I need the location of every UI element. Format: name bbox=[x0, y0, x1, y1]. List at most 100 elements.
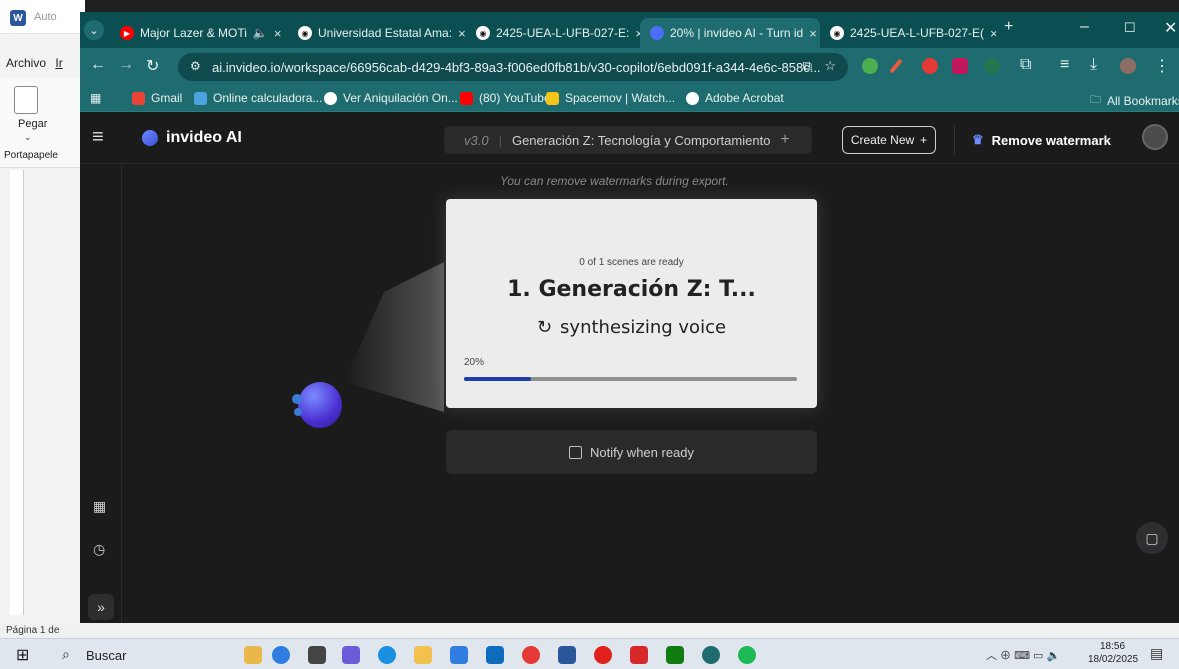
plus-icon: + bbox=[920, 133, 928, 147]
bookmark-aniquilacion[interactable]: Ver Aniquilación On... bbox=[324, 91, 458, 105]
pen-extension-icon[interactable] bbox=[889, 58, 903, 74]
project-title-bar[interactable]: v3.0 | Generación Z: Tecnología y Compor… bbox=[444, 126, 812, 154]
bookmark-gmail[interactable]: Gmail bbox=[132, 91, 182, 105]
globe-icon bbox=[686, 91, 699, 105]
close-icon[interactable]: × bbox=[458, 26, 466, 41]
history-clock-icon[interactable]: ◷ bbox=[93, 541, 105, 558]
notification-icon[interactable]: ▤ bbox=[1150, 645, 1163, 662]
site-info-icon[interactable]: ⚙ bbox=[190, 59, 201, 73]
scene-title: 1. Generación Z: T... bbox=[507, 277, 756, 302]
chrome-profile-icon[interactable] bbox=[702, 646, 720, 664]
address-bar[interactable]: ⚙ ai.invideo.io/workspace/66956cab-d429-… bbox=[178, 53, 848, 81]
reading-list-icon[interactable]: ≡ bbox=[1060, 56, 1069, 74]
light-beam bbox=[344, 262, 444, 412]
minimize-icon[interactable]: – bbox=[1080, 18, 1089, 36]
star-icon[interactable]: ☆ bbox=[824, 58, 836, 74]
person-icon[interactable] bbox=[272, 646, 290, 664]
forward-icon[interactable]: → bbox=[118, 56, 134, 74]
taskbar-search-label[interactable]: Buscar bbox=[86, 648, 126, 663]
scenes-ready-text: 0 of 1 scenes are ready bbox=[579, 257, 684, 268]
all-bookmarks[interactable]: 🗀 All Bookmarks bbox=[1090, 91, 1179, 110]
window-close-icon[interactable]: ✕ bbox=[1164, 18, 1177, 38]
bookmark-label: Online calculadora... bbox=[213, 91, 323, 105]
search-icon[interactable]: ⌕ bbox=[62, 646, 70, 663]
tab-universidad[interactable]: ◉ Universidad Estatal Ama: × bbox=[288, 18, 466, 48]
opera-icon[interactable] bbox=[594, 646, 612, 664]
acrobat-icon[interactable] bbox=[630, 646, 648, 664]
left-sidebar: ▦ ◷ » bbox=[80, 164, 122, 623]
maximize-icon[interactable]: ☐ bbox=[1124, 20, 1136, 36]
create-new-button[interactable]: Create New + bbox=[842, 126, 936, 154]
folder-icon: 🗀 bbox=[1090, 94, 1101, 106]
tab-label: 2425-UEA-L-UFB-027-E: bbox=[496, 26, 630, 40]
word-icon[interactable] bbox=[558, 646, 576, 664]
checkbox-icon[interactable] bbox=[568, 445, 582, 459]
tab-label: Universidad Estatal Ama: bbox=[318, 26, 453, 40]
hamburger-menu-icon[interactable]: ≡ bbox=[92, 126, 104, 149]
extension-icon[interactable] bbox=[984, 58, 1000, 74]
crown-icon: ♛ bbox=[972, 132, 984, 147]
system-tray-icons[interactable]: ︿ ⊕ ⌨ ▭ 🔈 bbox=[986, 647, 1060, 663]
gmail-icon bbox=[132, 91, 145, 105]
plus-icon[interactable]: + bbox=[780, 131, 789, 149]
chrome-icon[interactable] bbox=[522, 646, 540, 664]
xbox-icon[interactable] bbox=[666, 646, 684, 664]
tab-2425-a[interactable]: ◉ 2425-UEA-L-UFB-027-E: × bbox=[466, 18, 640, 48]
close-icon[interactable]: × bbox=[274, 26, 282, 41]
app-logo-text[interactable]: invideo AI bbox=[166, 129, 242, 147]
word-status-bar: Página 1 de bbox=[0, 623, 1179, 638]
tab-youtube[interactable]: ▶ Major Lazer & MOTi 🔈 × bbox=[110, 18, 288, 48]
copilot-icon[interactable] bbox=[342, 646, 360, 664]
bookmark-calculadora[interactable]: Online calculadora... bbox=[194, 91, 322, 105]
remove-watermark-button[interactable]: ♛ Remove watermark bbox=[972, 132, 1111, 148]
tab-invideo[interactable]: 20% | invideo AI - Turn id × bbox=[640, 18, 820, 48]
user-avatar[interactable] bbox=[1142, 124, 1168, 150]
adblock-extension-icon[interactable] bbox=[922, 58, 938, 74]
cast-icon[interactable]: ⧉ bbox=[803, 58, 812, 74]
chevron-down-icon[interactable]: ⌄ bbox=[24, 132, 32, 143]
word-menu-inicio[interactable]: Ir bbox=[55, 56, 62, 70]
spotify-icon[interactable] bbox=[738, 646, 756, 664]
edge-icon[interactable] bbox=[378, 646, 396, 664]
bookmark-adobe[interactable]: Adobe Acrobat bbox=[686, 91, 784, 105]
divider: | bbox=[498, 132, 502, 148]
expand-sidebar-icon[interactable]: » bbox=[88, 594, 114, 620]
puzzle-extensions-icon[interactable]: ⧉ bbox=[1020, 56, 1031, 74]
tab-2425-b[interactable]: ◉ 2425-UEA-L-UFB-027-E( × bbox=[820, 18, 996, 48]
browser-tab-strip: ⌄ ▶ Major Lazer & MOTi 🔈 × ◉ Universidad… bbox=[80, 12, 1179, 48]
new-tab-icon[interactable]: + bbox=[1004, 18, 1013, 36]
outlook-icon[interactable] bbox=[486, 646, 504, 664]
youtube-icon bbox=[460, 91, 473, 105]
profile-avatar[interactable] bbox=[1120, 58, 1136, 74]
tab-search-icon[interactable]: ⌄ bbox=[84, 20, 104, 40]
bookmark-youtube[interactable]: (80) YouTube bbox=[460, 91, 551, 105]
task-view-icon[interactable] bbox=[308, 646, 326, 664]
notify-when-ready-checkbox[interactable]: Notify when ready bbox=[446, 430, 817, 474]
browser-menu-icon[interactable]: ⋮ bbox=[1154, 56, 1170, 76]
bookmark-label: Gmail bbox=[151, 91, 183, 105]
download-icon[interactable]: ⤓ bbox=[1090, 56, 1097, 74]
grid-icon[interactable]: ▦ bbox=[93, 498, 106, 515]
apps-grid-icon[interactable]: ▦ bbox=[90, 91, 101, 105]
project-title: Generación Z: Tecnología y Comportamient… bbox=[511, 132, 771, 148]
store-icon[interactable] bbox=[450, 646, 468, 664]
bookmark-spacemov[interactable]: Spacemov | Watch... bbox=[546, 91, 675, 105]
close-icon[interactable]: × bbox=[809, 26, 817, 41]
video-extension-icon[interactable] bbox=[952, 58, 968, 74]
back-icon[interactable]: ← bbox=[90, 56, 106, 74]
progress-label: 20% bbox=[464, 357, 485, 368]
windows-start-icon[interactable]: ⊞ bbox=[16, 645, 29, 665]
word-menu-archivo[interactable]: Archivo bbox=[6, 56, 46, 70]
chat-icon[interactable]: ▢ bbox=[1136, 522, 1168, 554]
scene-progress-card: 0 of 1 scenes are ready 1. Generación Z:… bbox=[446, 199, 817, 408]
clock-time: 18:56 bbox=[1100, 641, 1126, 652]
shield-extension-icon[interactable] bbox=[862, 58, 878, 74]
reload-icon[interactable]: ↻ bbox=[146, 56, 159, 76]
close-icon[interactable]: × bbox=[990, 26, 996, 41]
clock-date: 18/02/2025 bbox=[1088, 654, 1139, 665]
widget-icon[interactable] bbox=[244, 646, 262, 664]
paste-icon[interactable] bbox=[14, 86, 38, 114]
progress-track bbox=[464, 377, 797, 381]
file-explorer-icon[interactable] bbox=[414, 646, 432, 664]
paste-label[interactable]: Pegar bbox=[18, 118, 47, 130]
